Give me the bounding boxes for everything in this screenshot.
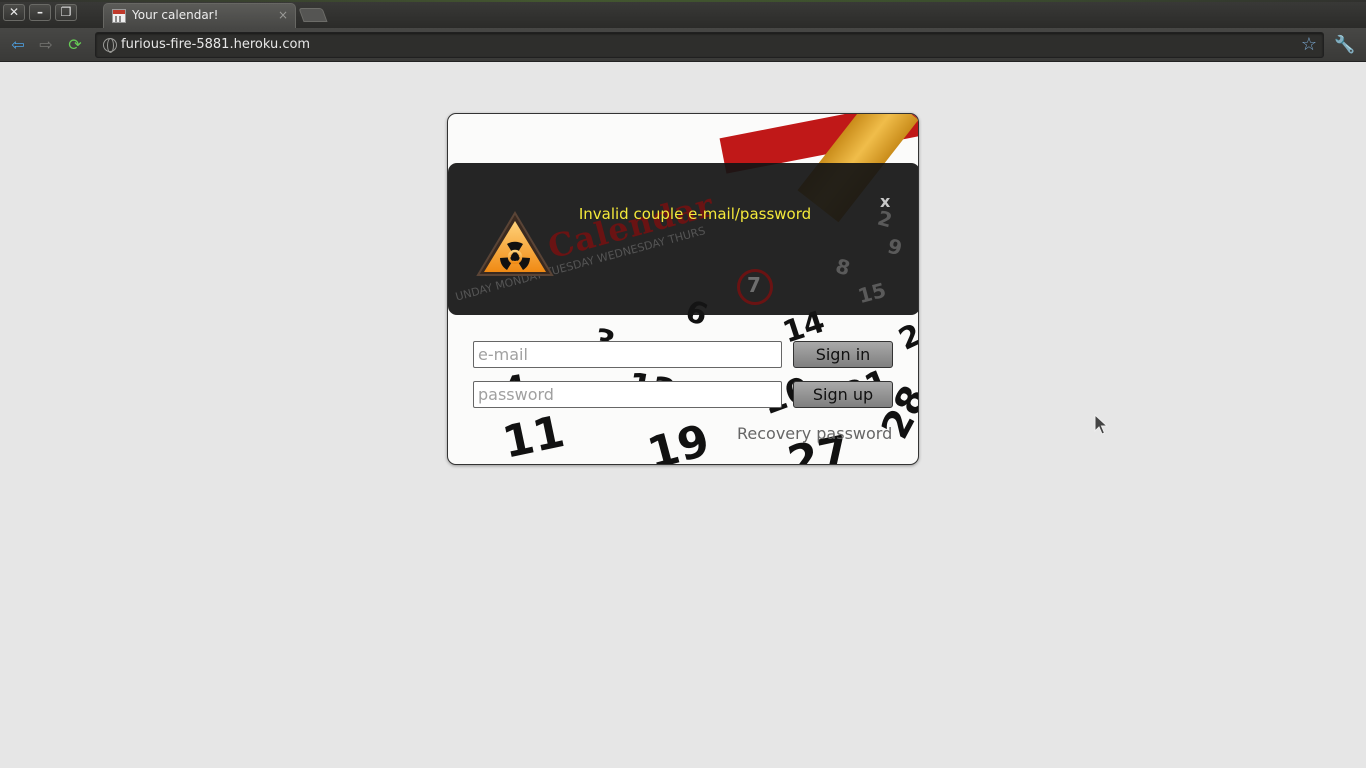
error-alert: Calendar UNDAY MONDAY TUESDAY WEDNESDAY … (448, 163, 918, 315)
art-date: 15 (855, 277, 889, 309)
forward-arrow-icon[interactable]: ⇨ (35, 34, 57, 56)
bookmark-star-icon[interactable]: ☆ (1301, 34, 1317, 55)
tab-title: Your calendar! (132, 8, 219, 22)
alert-close-button[interactable]: x (880, 192, 890, 211)
globe-icon (103, 38, 117, 53)
window-titlebar: ✕ – ❐ Your calendar! × (0, 0, 1366, 28)
mouse-pointer-icon (1094, 414, 1108, 435)
wrench-menu-icon[interactable]: 🔧 (1334, 34, 1356, 56)
art-date: 9 (885, 233, 905, 261)
address-bar[interactable]: furious-fire-5881.heroku.com ☆ (95, 32, 1324, 58)
calendar-favicon-icon (112, 9, 126, 23)
reload-icon[interactable]: ⟳ (64, 34, 86, 56)
art-date: 19 (642, 414, 715, 465)
art-date: 11 (498, 406, 569, 465)
back-arrow-icon[interactable]: ⇦ (7, 34, 29, 56)
recovery-password-link[interactable]: Recovery password (737, 424, 892, 443)
window-close-button[interactable]: ✕ (3, 4, 25, 21)
sign-up-button[interactable]: Sign up (793, 381, 893, 408)
tab-close-icon[interactable]: × (278, 8, 288, 22)
window-minimize-button[interactable]: – (29, 4, 51, 21)
art-date: 2 (893, 317, 919, 358)
address-url[interactable]: furious-fire-5881.heroku.com (121, 37, 310, 52)
alert-message: Invalid couple e-mail/password (578, 205, 812, 223)
login-card: 3 6 14 2 4 13 21 20 28 11 19 27 Calendar… (447, 113, 919, 465)
art-date: 8 (833, 253, 853, 281)
window-maximize-button[interactable]: ❐ (55, 4, 77, 21)
email-field[interactable] (473, 341, 782, 368)
new-tab-button[interactable] (298, 8, 328, 22)
art-date: 7 (747, 273, 761, 297)
sign-in-button[interactable]: Sign in (793, 341, 893, 368)
password-field[interactable] (473, 381, 782, 408)
browser-tab[interactable]: Your calendar! × (103, 3, 296, 28)
